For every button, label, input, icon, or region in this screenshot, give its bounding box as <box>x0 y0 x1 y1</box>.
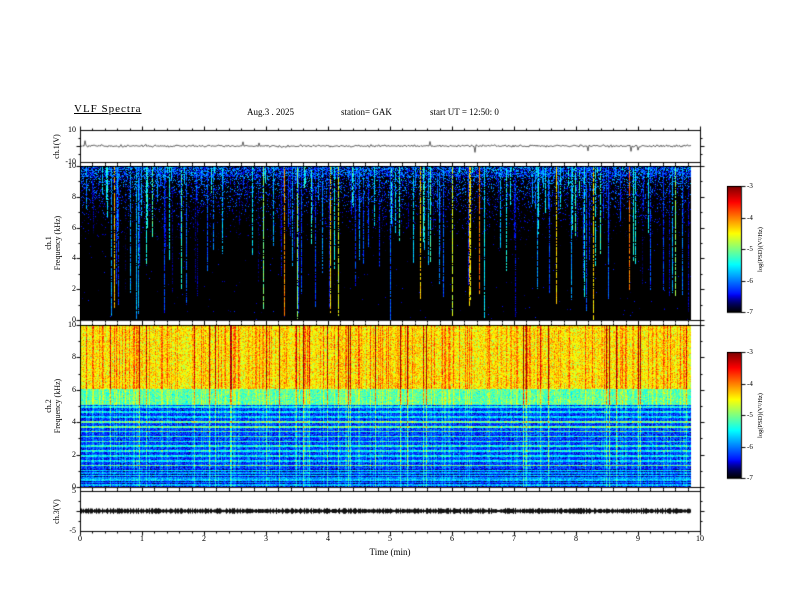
figure-title: VLF Spectra <box>74 103 142 115</box>
axis-channel-text: ch.1 <box>44 236 54 250</box>
vlf-spectra-figure: VLF Spectra Aug.3 . 2025 station= GAK st… <box>0 0 792 612</box>
axis-label-text: ch.3(V) <box>51 498 61 524</box>
colorbar-tick-label: -5 <box>747 411 753 419</box>
colorbar-ch2 <box>727 352 741 478</box>
y-tick-label: 6 <box>72 222 76 232</box>
y-tick-label: -5 <box>69 526 76 535</box>
colorbar-ch2-label: log(PSD)(V²/Hz) <box>752 352 768 478</box>
y-tick-label: 6 <box>72 384 76 394</box>
colorbar-tick-label: -4 <box>747 213 753 222</box>
y-tick-label: 8 <box>72 352 76 362</box>
x-tick-label: 3 <box>264 534 268 543</box>
colorbar-tick-label: -6 <box>747 442 753 451</box>
y-tick-label: 8 <box>72 191 76 201</box>
ch1-waveform-panel <box>80 130 700 162</box>
x-tick-label: 0 <box>78 534 82 543</box>
colorbar-tick-label: -4 <box>747 379 753 388</box>
header-start-ut: start UT = 12:50: 0 <box>430 107 499 117</box>
header-station: station= GAK <box>341 107 392 117</box>
y-tick-label: 4 <box>72 253 76 263</box>
y-tick-label: 4 <box>72 417 76 427</box>
colorbar-tick-label: -5 <box>747 245 753 253</box>
colorbar-tick-label: -7 <box>747 308 753 316</box>
axis-channel-text: ch.2 <box>44 399 54 413</box>
y-tick-label: 2 <box>72 284 76 294</box>
x-tick-label: 10 <box>696 534 704 543</box>
y-tick-label: 10 <box>68 320 76 329</box>
colorbar-ch1 <box>727 186 741 312</box>
header-date: Aug.3 . 2025 <box>247 107 294 117</box>
y-tick-label: 10 <box>68 161 76 170</box>
colorbar-ch1-label: log(PSD)(V²/Hz) <box>752 186 768 312</box>
colorbar-tick-label: -6 <box>747 276 753 285</box>
ch3-waveform-panel <box>80 491 700 531</box>
colorbar-label-text: log(PSD)(V²/Hz) <box>756 226 764 272</box>
ch2-frequency-axis-label: ch.2 Frequency (kHz) <box>40 325 66 487</box>
ch1-spectrogram-panel <box>80 166 700 320</box>
axis-label-text: ch.1(V) <box>51 133 61 159</box>
x-tick-label: 6 <box>450 534 454 543</box>
y-tick-label: 2 <box>72 449 76 459</box>
colorbar-label-text: log(PSD)(V²/Hz) <box>756 392 764 438</box>
x-tick-label: 9 <box>636 534 640 543</box>
x-tick-label: 7 <box>512 534 516 543</box>
ch1-frequency-axis-label: ch.1 Frequency (kHz) <box>40 166 66 320</box>
x-axis-label: Time (min) <box>369 547 411 557</box>
x-tick-label: 2 <box>202 534 206 543</box>
y-tick-label: 10 <box>68 125 76 134</box>
x-tick-label: 1 <box>140 534 144 543</box>
x-tick-label: 8 <box>574 534 578 543</box>
y-tick-label: 5 <box>72 486 76 495</box>
colorbar-tick-label: -3 <box>747 348 753 356</box>
x-tick-label: 5 <box>388 534 392 543</box>
x-tick-label: 4 <box>326 534 330 543</box>
colorbar-tick-label: -3 <box>747 182 753 190</box>
colorbar-tick-label: -7 <box>747 474 753 482</box>
ch3-voltage-axis-label: ch.3(V) <box>46 491 66 531</box>
ch2-spectrogram-panel <box>80 325 700 487</box>
